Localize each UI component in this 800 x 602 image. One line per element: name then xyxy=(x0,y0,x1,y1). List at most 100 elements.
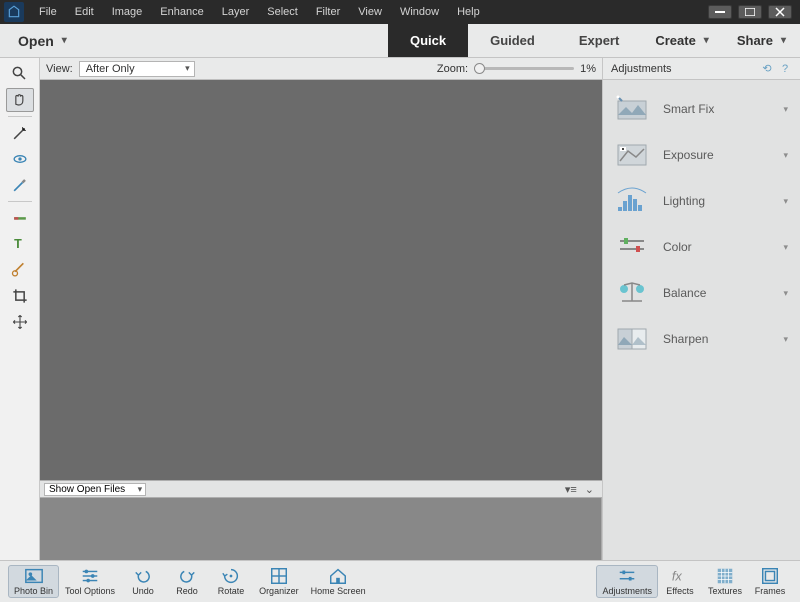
canvas[interactable] xyxy=(40,80,602,480)
photo-bin-body[interactable] xyxy=(40,498,602,560)
taskbar-organizer[interactable]: Organizer xyxy=(253,565,305,598)
create-label: Create xyxy=(655,33,695,48)
menu-select[interactable]: Select xyxy=(258,0,307,24)
tool-blemish[interactable] xyxy=(6,206,34,230)
tab-guided[interactable]: Guided xyxy=(468,24,557,57)
maximize-button[interactable] xyxy=(738,5,762,19)
tab-quick[interactable]: Quick xyxy=(388,24,468,57)
share-label: Share xyxy=(737,33,773,48)
view-dropdown[interactable]: After Only xyxy=(79,61,195,77)
taskbar-label: Effects xyxy=(666,586,693,596)
zoom-label: Zoom: xyxy=(437,63,468,75)
bin-collapse-icon[interactable]: ⌄ xyxy=(581,483,598,496)
text-icon: T xyxy=(10,234,30,254)
bin-filter-dropdown[interactable]: Show Open Files xyxy=(44,483,146,496)
reset-icon[interactable]: ⟲ xyxy=(760,62,774,76)
tool-crop[interactable] xyxy=(6,284,34,308)
app-logo xyxy=(4,2,24,22)
taskbar-label: Frames xyxy=(755,586,786,596)
crop-icon xyxy=(10,286,30,306)
taskbar-adjustments[interactable]: Adjustments xyxy=(596,565,658,598)
menu-filter[interactable]: Filter xyxy=(307,0,349,24)
spot-icon xyxy=(10,260,30,280)
menu-view[interactable]: View xyxy=(349,0,391,24)
balance-icon xyxy=(615,279,649,307)
menu-enhance[interactable]: Enhance xyxy=(151,0,212,24)
chevron-down-icon: ▾ xyxy=(783,150,788,161)
taskbar-label: Adjustments xyxy=(602,586,652,596)
menu-image[interactable]: Image xyxy=(103,0,152,24)
taskbar-home-screen[interactable]: Home Screen xyxy=(305,565,372,598)
bin-menu-icon[interactable]: ▾≡ xyxy=(561,483,581,496)
close-button[interactable] xyxy=(768,5,792,19)
split-photo-icon xyxy=(615,325,649,353)
adjustment-exposure[interactable]: Exposure ▾ xyxy=(603,132,800,178)
view-label: View: xyxy=(46,63,73,75)
adjustment-label: Sharpen xyxy=(663,332,769,346)
adjustments-header: Adjustments ⟲ ? xyxy=(603,58,800,80)
hand-icon xyxy=(10,90,30,110)
adjustment-smart-fix[interactable]: Smart Fix▾ xyxy=(603,86,800,132)
tab-expert[interactable]: Expert xyxy=(557,24,641,57)
texture-icon xyxy=(715,567,735,585)
help-icon[interactable]: ? xyxy=(778,62,792,76)
tool-hand[interactable] xyxy=(6,88,34,112)
adjustment-label: Lighting xyxy=(663,194,769,208)
menu-edit[interactable]: Edit xyxy=(66,0,103,24)
taskbar-label: Organizer xyxy=(259,586,299,596)
chevron-down-icon: ▾ xyxy=(783,196,788,207)
svg-text:T: T xyxy=(14,237,22,251)
menu-layer[interactable]: Layer xyxy=(213,0,259,24)
create-button[interactable]: Create xyxy=(641,24,723,57)
taskbar-frames[interactable]: Frames xyxy=(748,565,792,598)
photo-icon xyxy=(24,567,44,585)
taskbar-undo[interactable]: Undo xyxy=(121,565,165,598)
adjustment-sharpen[interactable]: Sharpen ▾ xyxy=(603,316,800,362)
photo-bin-header: Show Open Files ▾≡ ⌄ xyxy=(40,480,602,498)
share-button[interactable]: Share xyxy=(723,24,800,57)
adjustment-color[interactable]: Color▾ xyxy=(603,224,800,270)
taskbar: Photo Bin Tool Options Undo Redo Rotate Organ… xyxy=(0,560,800,602)
taskbar-label: Home Screen xyxy=(311,586,366,596)
tool-move[interactable] xyxy=(6,310,34,334)
taskbar-label: Rotate xyxy=(218,586,245,596)
zoom-slider[interactable] xyxy=(474,67,574,70)
taskbar-effects[interactable]: fxEffects xyxy=(658,565,702,598)
histogram-icon xyxy=(615,187,649,215)
adjustment-label: Color xyxy=(663,240,769,254)
taskbar-textures[interactable]: Textures xyxy=(702,565,748,598)
menu-window[interactable]: Window xyxy=(391,0,448,24)
frame-icon xyxy=(760,567,780,585)
tool-quick-select[interactable] xyxy=(6,121,34,145)
tool-zoom[interactable] xyxy=(6,62,34,86)
adjust-icon xyxy=(617,567,637,585)
taskbar-rotate[interactable]: Rotate xyxy=(209,565,253,598)
taskbar-label: Tool Options xyxy=(65,586,115,596)
tool-palette: T xyxy=(0,58,40,560)
tool-text[interactable]: T xyxy=(6,232,34,256)
taskbar-tool-options[interactable]: Tool Options xyxy=(59,565,121,598)
adjustment-label: Exposure xyxy=(663,148,769,162)
chevron-down-icon: ▾ xyxy=(783,334,788,345)
menu-help[interactable]: Help xyxy=(448,0,489,24)
menu-file[interactable]: File xyxy=(30,0,66,24)
taskbar-redo[interactable]: Redo xyxy=(165,565,209,598)
canvas-options-bar: View: After Only Zoom: 1% xyxy=(40,58,602,80)
zoom-slider-thumb[interactable] xyxy=(474,63,485,74)
tool-eye[interactable] xyxy=(6,147,34,171)
window-controls xyxy=(708,5,800,19)
tool-whiten[interactable] xyxy=(6,173,34,197)
open-label: Open xyxy=(18,33,54,49)
open-button[interactable]: Open xyxy=(0,24,85,57)
adjustments-title: Adjustments xyxy=(611,63,672,75)
wand-icon xyxy=(10,123,30,143)
magnifier-icon xyxy=(10,64,30,84)
tool-spot[interactable] xyxy=(6,258,34,282)
taskbar-label: Undo xyxy=(132,586,154,596)
chevron-down-icon: ▾ xyxy=(783,104,788,115)
blemish-icon xyxy=(10,208,30,228)
adjustment-lighting[interactable]: Lighting ▾ xyxy=(603,178,800,224)
minimize-button[interactable] xyxy=(708,5,732,19)
taskbar-photo-bin[interactable]: Photo Bin xyxy=(8,565,59,598)
adjustment-balance[interactable]: Balance▾ xyxy=(603,270,800,316)
